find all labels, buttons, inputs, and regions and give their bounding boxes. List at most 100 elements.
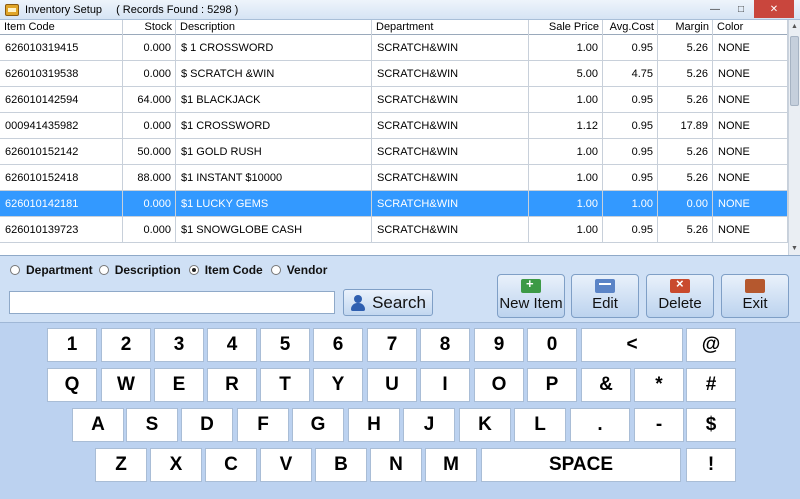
key-period[interactable]: .: [570, 408, 630, 442]
search-button[interactable]: Search: [343, 289, 433, 316]
space-key[interactable]: SPACE: [481, 448, 681, 482]
cell-stock: 64.000: [123, 87, 176, 113]
column-header-margin[interactable]: Margin: [658, 20, 713, 35]
key-o[interactable]: O: [474, 368, 524, 402]
radio-option-vendor[interactable]: Vendor: [270, 263, 327, 277]
minimize-icon[interactable]: —: [702, 0, 728, 18]
column-header-stock[interactable]: Stock: [123, 20, 176, 35]
key-y[interactable]: Y: [313, 368, 363, 402]
scroll-down-icon[interactable]: ▼: [789, 242, 800, 255]
key-9[interactable]: 9: [474, 328, 524, 362]
key-w[interactable]: W: [101, 368, 151, 402]
key-c[interactable]: C: [205, 448, 257, 482]
key-u[interactable]: U: [367, 368, 417, 402]
key-f[interactable]: F: [237, 408, 289, 442]
key-x[interactable]: X: [150, 448, 202, 482]
cell-sale-price: 1.00: [529, 139, 603, 165]
search-input[interactable]: [9, 291, 335, 314]
cell-department: SCRATCH&WIN: [372, 35, 529, 61]
key-exclamation[interactable]: !: [686, 448, 736, 482]
cell-color: NONE: [713, 217, 788, 243]
radio-option-department[interactable]: Department: [10, 263, 93, 277]
key-asterisk[interactable]: *: [634, 368, 684, 402]
column-header-item-code[interactable]: Item Code: [0, 20, 123, 35]
key-6[interactable]: 6: [313, 328, 363, 362]
close-icon[interactable]: ✕: [754, 0, 794, 18]
key-8[interactable]: 8: [420, 328, 470, 362]
key-4[interactable]: 4: [207, 328, 257, 362]
app-icon: [5, 3, 19, 16]
table-row[interactable]: 626010319538 0.000 $ SCRATCH &WIN SCRATCH&W…: [0, 61, 788, 87]
table-row[interactable]: 626010319415 0.000 $ 1 CROSSWORD SCRATCH&WI…: [0, 35, 788, 61]
cell-stock: 0.000: [123, 35, 176, 61]
backspace-key[interactable]: <: [581, 328, 683, 362]
key-5[interactable]: 5: [260, 328, 310, 362]
key-ampersand[interactable]: &: [581, 368, 631, 402]
key-p[interactable]: P: [527, 368, 577, 402]
key-b[interactable]: B: [315, 448, 367, 482]
key-m[interactable]: M: [425, 448, 477, 482]
grid-header: Item Code Stock Description Department S…: [0, 20, 788, 35]
column-header-department[interactable]: Department: [372, 20, 529, 35]
cell-description: $1 CROSSWORD: [176, 113, 372, 139]
column-header-color[interactable]: Color: [713, 20, 788, 35]
key-h[interactable]: H: [348, 408, 400, 442]
maximize-icon[interactable]: □: [728, 0, 754, 18]
radio-icon: [98, 265, 109, 275]
table-row[interactable]: 000941435982 0.000 $1 CROSSWORD SCRATCH&WIN…: [0, 113, 788, 139]
key-7[interactable]: 7: [367, 328, 417, 362]
column-header-sale-price[interactable]: Sale Price: [529, 20, 603, 35]
key-z[interactable]: Z: [95, 448, 147, 482]
key-hash[interactable]: #: [686, 368, 736, 402]
cell-margin: 0.00: [658, 191, 713, 217]
cell-description: $1 INSTANT $10000: [176, 165, 372, 191]
key-e[interactable]: E: [154, 368, 204, 402]
key-hyphen[interactable]: -: [634, 408, 684, 442]
table-row[interactable]: 626010142594 64.000 $1 BLACKJACK SCRATCH&WI…: [0, 87, 788, 113]
key-t[interactable]: T: [260, 368, 310, 402]
edit-button[interactable]: Edit: [571, 274, 639, 318]
door-exit-icon: [745, 279, 765, 293]
radio-option-description[interactable]: Description: [98, 263, 181, 277]
table-row[interactable]: 626010152418 88.000 $1 INSTANT $10000 SCRAT…: [0, 165, 788, 191]
key-g[interactable]: G: [292, 408, 344, 442]
key-s[interactable]: S: [126, 408, 178, 442]
key-i[interactable]: I: [420, 368, 470, 402]
exit-button[interactable]: Exit: [721, 274, 789, 318]
key-2[interactable]: 2: [101, 328, 151, 362]
key-j[interactable]: J: [403, 408, 455, 442]
cell-description: $ SCRATCH &WIN: [176, 61, 372, 87]
delete-button[interactable]: Delete: [646, 274, 714, 318]
key-a[interactable]: A: [72, 408, 124, 442]
key-d[interactable]: D: [181, 408, 233, 442]
scroll-thumb[interactable]: [790, 36, 799, 106]
records-found-label: ( Records Found : 5298 ): [116, 3, 239, 16]
scroll-up-icon[interactable]: ▲: [789, 20, 800, 34]
cell-description: $1 LUCKY GEMS: [176, 191, 372, 217]
key-1[interactable]: 1: [47, 328, 97, 362]
cell-margin: 5.26: [658, 35, 713, 61]
key-0[interactable]: 0: [527, 328, 577, 362]
cell-description: $1 SNOWGLOBE CASH: [176, 217, 372, 243]
radio-option-item-code[interactable]: Item Code: [188, 263, 263, 277]
table-row[interactable]: 626010139723 0.000 $1 SNOWGLOBE CASH SCRATC…: [0, 217, 788, 243]
key-v[interactable]: V: [260, 448, 312, 482]
key-l[interactable]: L: [514, 408, 566, 442]
table-row[interactable]: 626010152142 50.000 $1 GOLD RUSH SCRATCH&WI…: [0, 139, 788, 165]
key-n[interactable]: N: [370, 448, 422, 482]
cell-avg-cost: 0.95: [603, 87, 658, 113]
key-at[interactable]: @: [686, 328, 736, 362]
new-item-button[interactable]: New Item: [497, 274, 565, 318]
table-row[interactable]: 626010142181 0.000 $1 LUCKY GEMS SCRATCH&WI…: [0, 191, 788, 217]
cell-avg-cost: 4.75: [603, 61, 658, 87]
key-3[interactable]: 3: [154, 328, 204, 362]
column-header-avg-cost[interactable]: Avg.Cost: [603, 20, 658, 35]
column-header-description[interactable]: Description: [176, 20, 372, 35]
add-icon: [521, 276, 541, 293]
vertical-scrollbar[interactable]: ▲ ▼: [788, 20, 800, 255]
cell-item-code: 626010319538: [0, 61, 123, 87]
key-k[interactable]: K: [459, 408, 511, 442]
key-r[interactable]: R: [207, 368, 257, 402]
key-dollar[interactable]: $: [686, 408, 736, 442]
key-q[interactable]: Q: [47, 368, 97, 402]
